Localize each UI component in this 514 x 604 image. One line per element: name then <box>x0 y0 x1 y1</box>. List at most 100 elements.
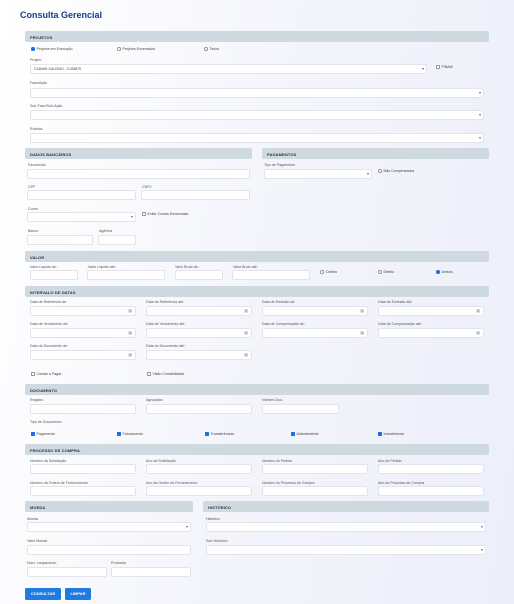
sub-historico-select[interactable] <box>206 545 486 555</box>
faturamento-checkbox[interactable]: Faturamento <box>117 432 143 436</box>
moeda-label: Moeda <box>27 517 38 521</box>
finam-checkbox[interactable]: FINAM <box>436 65 453 69</box>
data-documento-ate-input[interactable] <box>146 350 252 360</box>
debito-radio[interactable]: Débito <box>378 270 394 274</box>
ano-ordem-input[interactable] <box>146 486 252 496</box>
valor-bruto-ate-label: Valor Bruto até: <box>233 265 258 269</box>
compra-label: Ano do Processo de Compra <box>378 481 425 485</box>
moeda-select[interactable] <box>27 522 191 532</box>
checkbox-label: FINAM <box>441 65 453 69</box>
section-valor: VALOR <box>25 251 489 262</box>
registro-label: Registro <box>30 398 44 402</box>
valor-liquido-ate-input[interactable] <box>87 270 165 280</box>
banco-input[interactable] <box>27 235 93 245</box>
compra-label: Ano da Solicitação <box>146 459 176 463</box>
agrupador-input[interactable] <box>146 404 252 414</box>
data-compensacao-ate-input[interactable] <box>378 328 484 338</box>
historico-select[interactable] <box>206 522 486 532</box>
section-pagamentos: PAGAMENTOS <box>262 148 489 159</box>
radio-label: Projetos em Execução <box>36 47 73 51</box>
data-documento-de-input[interactable] <box>30 350 136 360</box>
transferencias-checkbox[interactable]: Transferências <box>205 432 234 436</box>
date-label: Data de Emissão de: <box>262 300 296 304</box>
section-projetos: PROJETOS <box>25 31 489 42</box>
date-label: Data do Documento de: <box>30 344 68 348</box>
checkbox-icon <box>31 372 35 376</box>
contas-pagar-checkbox[interactable]: Contas a Pagar <box>31 372 61 376</box>
cnpj-input[interactable] <box>141 190 250 200</box>
registro-input[interactable] <box>30 404 136 414</box>
fase-select[interactable] <box>30 88 484 98</box>
numero-ordem-input[interactable] <box>30 486 136 496</box>
favorecido-input[interactable] <box>27 169 250 179</box>
tipo-documento-label: Tipo de Documento : <box>30 420 64 424</box>
checkbox-checked-icon <box>117 432 121 436</box>
consultar-button[interactable]: CONSULTAR <box>25 588 61 600</box>
rubrica-select[interactable] <box>30 133 484 143</box>
compra-label: Ano do Pedido <box>378 459 402 463</box>
radio-projetos-execucao[interactable]: Projetos em Execução <box>31 47 72 51</box>
valor-liquido-de-label: Valor Líquido de: <box>30 265 57 269</box>
projeto-select[interactable]: CADMIN GALDINO - 3-026879 <box>30 64 427 74</box>
projeto-label: Projeto <box>30 58 42 62</box>
valor-moeda-input[interactable] <box>27 545 191 555</box>
data-referencia-de-input[interactable] <box>30 306 136 316</box>
checkbox-checked-icon <box>291 432 295 436</box>
numero-doc-label: Número Doc. <box>262 398 284 402</box>
ambos-radio[interactable]: Ambos <box>436 270 453 274</box>
credito-radio[interactable]: Crédito <box>320 270 337 274</box>
checkbox-label: Investimento <box>383 432 404 436</box>
date-label: Data de Vencimento até: <box>146 322 186 326</box>
date-label: Data de Emissão até: <box>378 300 413 304</box>
data-compensacao-de-input[interactable] <box>262 328 368 338</box>
compra-label: Número do Processo de Compra <box>262 481 315 485</box>
data-referencia-ate-input[interactable] <box>146 306 252 316</box>
data-emissao-ate-input[interactable] <box>378 306 484 316</box>
radio-todos[interactable]: Todos <box>204 47 219 51</box>
protocolo-input[interactable] <box>111 567 191 577</box>
data-emissao-de-input[interactable] <box>262 306 368 316</box>
cpf-label: CPF <box>28 185 36 189</box>
subfase-select[interactable] <box>30 110 484 120</box>
visao-contabilidade-checkbox[interactable]: Visão Contabilidade <box>147 372 184 376</box>
radio-checked-icon <box>31 47 35 51</box>
historico-label: Histórico <box>206 517 220 521</box>
limpar-button[interactable]: LIMPAR <box>65 588 91 600</box>
radio-icon <box>117 47 121 51</box>
numero-doc-input[interactable] <box>262 404 339 414</box>
tipo-pagamento-select[interactable] <box>264 169 372 179</box>
nao-compensados-radio[interactable]: Não Compensados <box>378 169 414 173</box>
ano-processo-input[interactable] <box>378 486 484 496</box>
data-vencimento-de-input[interactable] <box>30 328 136 338</box>
cpf-input[interactable] <box>27 190 136 200</box>
valor-moeda-label: Valor Moeda <box>27 539 48 543</box>
num-lancamento-label: Núm. Lançamento <box>27 561 57 565</box>
investimento-checkbox[interactable]: Investimento <box>378 432 404 436</box>
ano-pedido-input[interactable] <box>378 464 484 474</box>
ano-solicitacao-input[interactable] <box>146 464 252 474</box>
valor-bruto-ate-input[interactable] <box>232 270 310 280</box>
num-lancamento-input[interactable] <box>27 567 107 577</box>
section-processo-compra: PROCESSO DE COMPRA <box>25 444 489 455</box>
conta-select[interactable] <box>27 212 136 222</box>
agencia-input[interactable] <box>98 235 136 245</box>
radio-label: Ambos <box>441 270 453 274</box>
valor-bruto-de-input[interactable] <box>175 270 223 280</box>
data-vencimento-ate-input[interactable] <box>146 328 252 338</box>
checkbox-label: Transferências <box>210 432 235 436</box>
page-title: Consulta Gerencial <box>20 10 103 20</box>
compra-label: Ano da Ordem de Fornecimento <box>146 481 198 485</box>
checkbox-checked-icon <box>31 432 35 436</box>
radio-label: Débito <box>383 270 394 274</box>
pagamento-checkbox[interactable]: Pagamento <box>31 432 55 436</box>
exibir-contas-checkbox[interactable]: Exibir Contas Encerradas <box>142 212 188 216</box>
numero-processo-input[interactable] <box>262 486 368 496</box>
adiantamento-checkbox[interactable]: Adiantamento <box>291 432 319 436</box>
radio-projetos-encerrados[interactable]: Projetos Encerrados <box>117 47 155 51</box>
tipo-pagamento-label: Tipo de Pagamento <box>264 163 296 167</box>
protocolo-label: Protocolo <box>111 561 127 565</box>
numero-solicitacao-input[interactable] <box>30 464 136 474</box>
numero-pedido-input[interactable] <box>262 464 368 474</box>
valor-liquido-de-input[interactable] <box>30 270 78 280</box>
conta-label: Conta <box>28 207 38 211</box>
